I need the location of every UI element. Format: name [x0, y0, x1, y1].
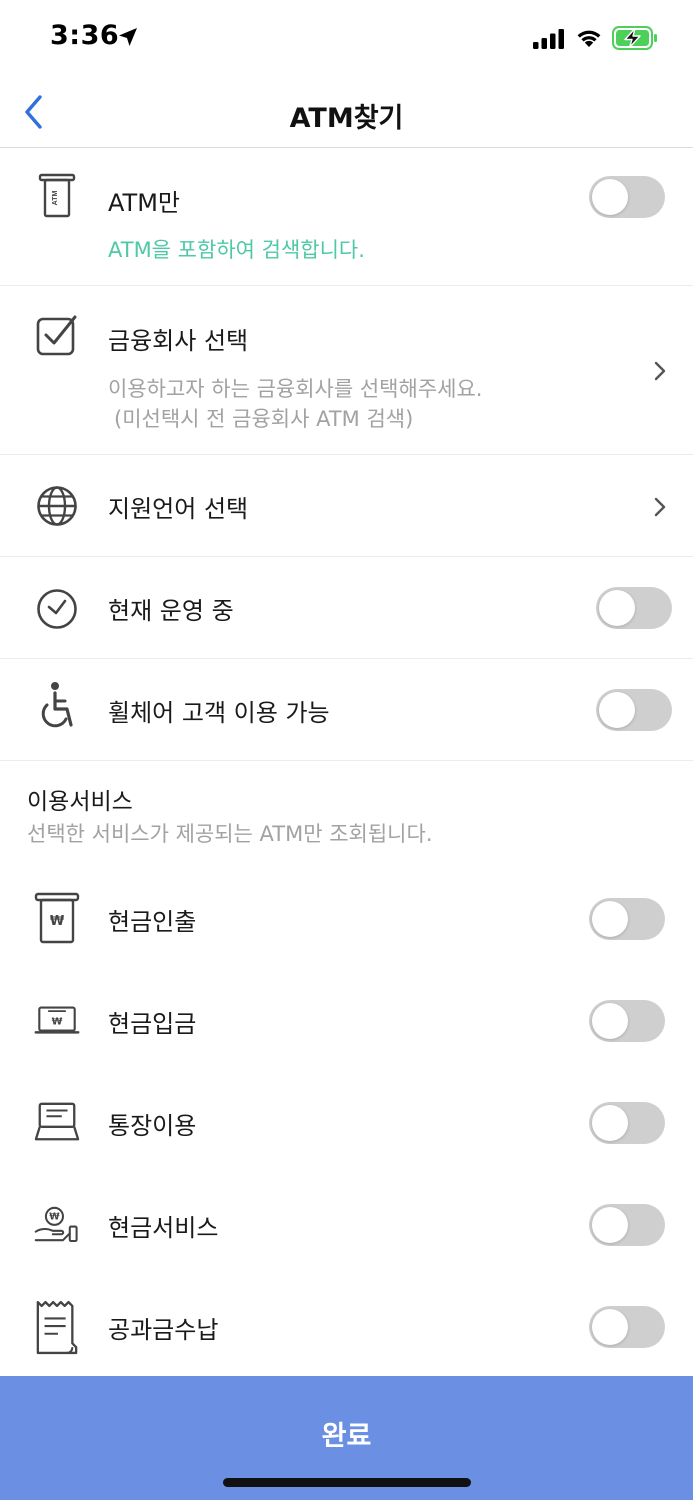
service-item-cash-service: ₩ 현금서비스: [0, 1180, 693, 1270]
location-arrow-icon: [119, 28, 137, 46]
service-item-cash-deposit: ₩ 현금입금: [0, 976, 693, 1066]
institution-label: 금융회사 선택: [108, 327, 249, 355]
cash-withdrawal-toggle[interactable]: [589, 898, 665, 940]
service-label: 현금인출: [108, 908, 197, 936]
filter-open-now: 현재 운영 중: [0, 557, 693, 659]
toggle-knob: [592, 1105, 628, 1141]
svg-text:ATM: ATM: [52, 191, 59, 206]
language-label: 지원언어 선택: [108, 495, 249, 523]
atm-only-toggle[interactable]: [589, 176, 665, 218]
clock-icon: [34, 586, 80, 632]
filter-language-select[interactable]: 지원언어 선택: [0, 455, 693, 557]
toggle-knob: [592, 1309, 628, 1345]
done-button-label: 완료: [321, 1421, 372, 1452]
checkbox-icon: [34, 312, 80, 358]
chevron-right-icon: [654, 497, 666, 517]
atm-only-label: ATM만: [108, 189, 181, 217]
toggle-knob: [592, 1207, 628, 1243]
toggle-knob: [599, 590, 635, 626]
wifi-icon: [577, 30, 601, 47]
open-now-toggle[interactable]: [596, 587, 672, 629]
toggle-knob: [592, 1003, 628, 1039]
atm-machine-icon: ATM: [34, 173, 80, 219]
services-heading: 이용서비스: [27, 789, 133, 815]
filter-wheelchair: 휠체어 고객 이용 가능: [0, 659, 693, 761]
cash-service-toggle[interactable]: [589, 1204, 665, 1246]
cash-deposit-toggle[interactable]: [589, 1000, 665, 1042]
toggle-knob: [592, 901, 628, 937]
toggle-knob: [592, 179, 628, 215]
open-now-label: 현재 운영 중: [108, 597, 234, 625]
bill-payment-toggle[interactable]: [589, 1306, 665, 1348]
institution-description: 이용하고자 하는 금융회사를 선택해주세요.: [108, 377, 483, 401]
svg-text:₩: ₩: [50, 914, 65, 929]
wheelchair-toggle[interactable]: [596, 689, 672, 731]
cash-service-icon: ₩: [34, 1201, 80, 1247]
service-label: 공과금수납: [108, 1316, 219, 1344]
battery-charging-icon: [612, 26, 657, 50]
filter-institution-select[interactable]: 금융회사 선택 이용하고자 하는 금융회사를 선택해주세요. (미선택시 전 금…: [0, 286, 693, 455]
page-title: ATM찾기: [289, 103, 404, 134]
cellular-signal-icon: [533, 29, 564, 49]
institution-note: (미선택시 전 금융회사 ATM 검색): [114, 407, 414, 431]
home-indicator: [223, 1478, 471, 1487]
service-label: 통장이용: [108, 1112, 197, 1140]
bill-payment-icon: [34, 1300, 80, 1355]
svg-text:₩: ₩: [49, 1212, 60, 1223]
globe-icon: [34, 483, 80, 529]
passbook-icon: [34, 1099, 80, 1145]
services-description: 선택한 서비스가 제공되는 ATM만 조회됩니다.: [27, 822, 433, 846]
atm-only-description: ATM을 포함하여 검색합니다.: [108, 238, 365, 262]
service-label: 현금입금: [108, 1010, 197, 1038]
wheelchair-icon: [34, 682, 80, 729]
cash-deposit-icon: ₩: [34, 997, 80, 1043]
status-bar: 3:36: [0, 0, 693, 78]
wheelchair-label: 휠체어 고객 이용 가능: [108, 699, 330, 727]
passbook-toggle[interactable]: [589, 1102, 665, 1144]
filter-atm-only: ATM ATM만 ATM을 포함하여 검색합니다.: [0, 149, 693, 286]
service-item-bill-payment: 공과금수납: [0, 1282, 693, 1372]
toggle-knob: [599, 692, 635, 728]
service-label: 현금서비스: [108, 1214, 219, 1242]
chevron-right-icon: [654, 361, 666, 381]
cash-withdrawal-icon: ₩: [34, 892, 80, 944]
service-item-passbook: 통장이용: [0, 1078, 693, 1168]
svg-text:₩: ₩: [52, 1016, 63, 1027]
navigation-bar: ATM찾기: [0, 78, 693, 148]
status-time: 3:36: [50, 20, 120, 51]
service-item-cash-withdrawal: ₩ 현금인출: [0, 874, 693, 964]
